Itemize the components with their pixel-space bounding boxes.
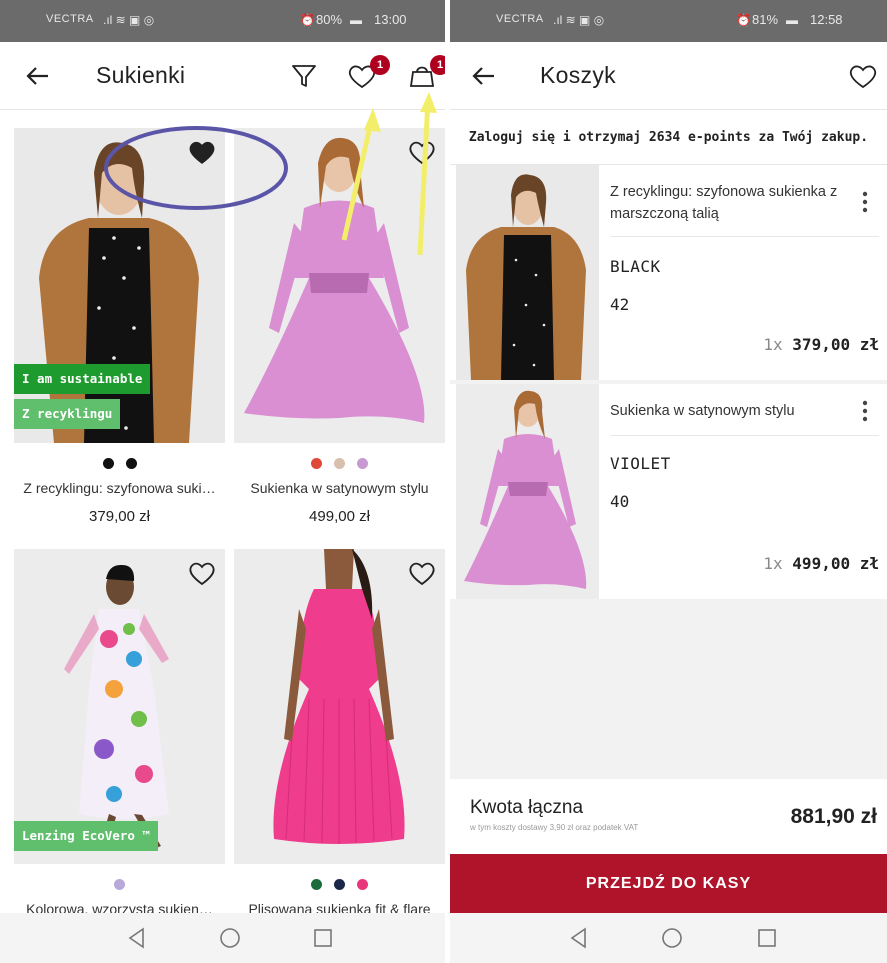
alarm-icon: ⏰ xyxy=(736,13,751,27)
nav-recents-icon[interactable] xyxy=(752,923,782,953)
cart-screen: VECTRA .ıl ≋ ▣ ◎ ⏰ 81% ▬ 12:58 Koszyk Za… xyxy=(450,0,887,963)
annotation-arrow xyxy=(341,108,381,241)
cart-item-name[interactable]: Z recyklingu: szyfonowa sukienka z marsz… xyxy=(610,181,850,225)
total-amount: 881,90 zł xyxy=(790,805,877,828)
cart-item-qty: 1x xyxy=(763,554,783,573)
cart-item-color: BLACK xyxy=(610,257,661,276)
status-bar: VECTRA .ıl ≋ ▣ ◎ ⏰ 81% ▬ 12:58 xyxy=(450,0,887,42)
divider xyxy=(610,435,879,436)
annotation-ellipse xyxy=(104,126,288,210)
cart-item-image[interactable] xyxy=(456,384,599,599)
total-label: Kwota łączna xyxy=(470,797,584,818)
total-subtext: w tym koszty dostawy 3,90 zł oraz podate… xyxy=(470,823,639,832)
top-app-bar: Koszyk xyxy=(450,42,887,110)
annotation-overlay xyxy=(104,92,437,256)
back-arrow-icon[interactable] xyxy=(464,56,504,96)
cart-item-color: VIOLET xyxy=(610,454,671,473)
android-nav-bar xyxy=(450,913,887,963)
cart-item-price-line: 1x 499,00 zł xyxy=(763,554,879,573)
cart-item-size: 42 xyxy=(610,295,630,314)
nav-back-icon[interactable] xyxy=(564,923,594,953)
battery-percent: 81% xyxy=(752,12,779,27)
e-points-promo[interactable]: Zaloguj się i otrzymaj 2634 e-points za … xyxy=(450,110,887,165)
cart-item: Z recyklingu: szyfonowa sukienka z marsz… xyxy=(450,165,887,380)
checkout-button[interactable]: PRZEJDŹ DO KASY xyxy=(450,854,887,914)
order-total: Kwota łączna w tym koszty dostawy 3,90 z… xyxy=(450,779,887,854)
cart-item: Sukienka w satynowym stylu VIOLET 40 1x … xyxy=(450,384,887,599)
cart-item-price: 379,00 zł xyxy=(792,335,879,354)
cart-item-size: 40 xyxy=(610,492,630,511)
battery-icon: ▬ xyxy=(786,13,798,27)
carrier-label: VECTRA xyxy=(496,13,544,25)
kebab-menu-icon[interactable] xyxy=(855,396,875,426)
product-list-screen: VECTRA .ıl ≋ ▣ ◎ ⏰ 80% ▬ 13:00 Sukienki … xyxy=(0,0,445,963)
cart-item-image[interactable] xyxy=(456,165,599,380)
annotation-arrow xyxy=(417,92,437,256)
cart-item-name[interactable]: Sukienka w satynowym stylu xyxy=(610,400,850,422)
wishlist-heart-icon[interactable] xyxy=(843,56,883,96)
kebab-menu-icon[interactable] xyxy=(855,187,875,217)
cart-item-price-line: 1x 379,00 zł xyxy=(763,335,879,354)
nav-home-icon[interactable] xyxy=(657,923,687,953)
page-title: Koszyk xyxy=(540,62,616,88)
cart-item-price: 499,00 zł xyxy=(792,554,879,573)
status-time: 12:58 xyxy=(810,12,843,27)
signal-icon: .ıl ≋ ▣ ◎ xyxy=(553,13,605,27)
cart-item-qty: 1x xyxy=(763,335,783,354)
divider xyxy=(610,236,879,237)
